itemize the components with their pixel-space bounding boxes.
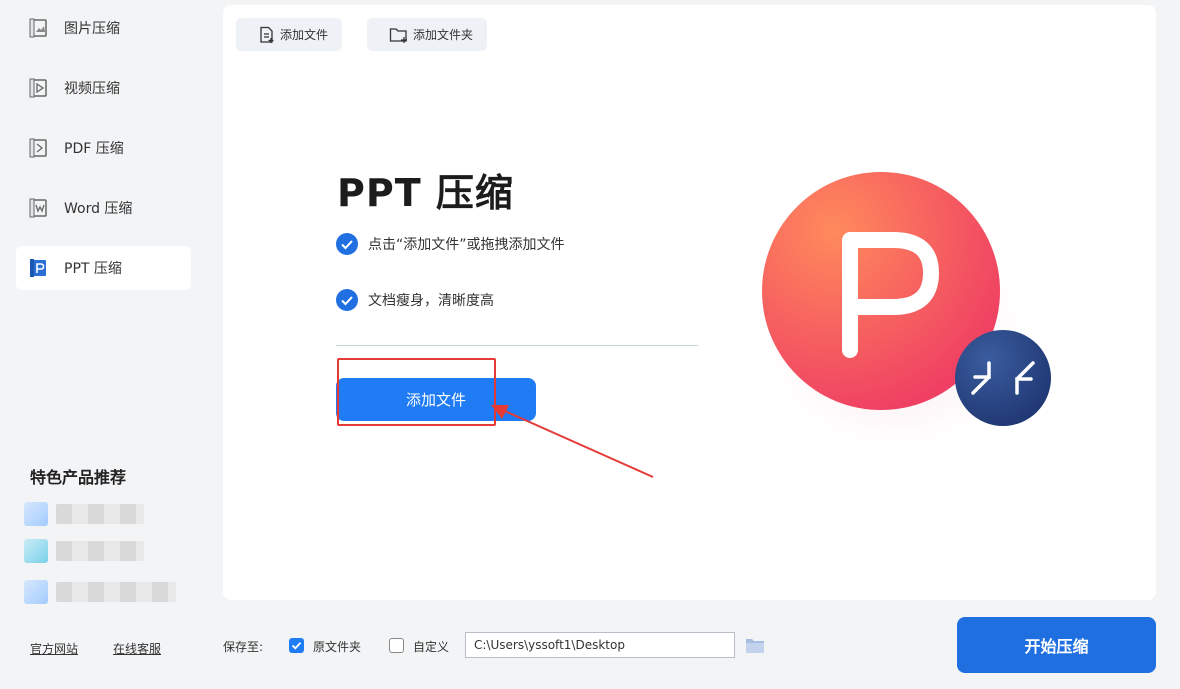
feature-text: 文档瘦身，清晰度高 bbox=[368, 293, 494, 309]
checkmark-icon bbox=[291, 642, 302, 650]
save-to-label: 保存至: bbox=[223, 640, 264, 654]
original-folder-checkbox[interactable] bbox=[289, 638, 304, 653]
sidebar-item-label: PPT 压缩 bbox=[64, 261, 122, 277]
promo-product-text bbox=[56, 541, 144, 561]
promo-product-text bbox=[56, 582, 176, 602]
feature-item: 点击“添加文件”或拖拽添加文件 bbox=[336, 233, 565, 255]
sidebar-item-image[interactable]: 图片压缩 bbox=[16, 6, 191, 50]
add-folder-toolbar-label: 添加文件夹 bbox=[413, 28, 474, 42]
add-folder-toolbar-button[interactable]: 添加文件夹 bbox=[367, 18, 488, 51]
ppt-icon bbox=[28, 256, 52, 280]
add-file-toolbar-label: 添加文件 bbox=[280, 28, 329, 42]
start-compress-button[interactable]: 开始压缩 bbox=[957, 617, 1156, 673]
page-title: PPT 压缩 bbox=[337, 171, 514, 215]
promo-product-icon bbox=[24, 502, 48, 526]
pdf-icon bbox=[28, 136, 52, 160]
sidebar-item-ppt[interactable]: PPT 压缩 bbox=[16, 246, 191, 290]
sidebar-item-video[interactable]: 视频压缩 bbox=[16, 66, 191, 110]
online-service-link[interactable]: 在线客服 bbox=[113, 640, 161, 657]
official-site-link[interactable]: 官方网站 bbox=[30, 640, 78, 657]
promo-item[interactable] bbox=[24, 539, 144, 563]
save-path-input[interactable] bbox=[465, 632, 735, 658]
custom-folder-checkbox[interactable] bbox=[389, 638, 404, 653]
promo-product-text bbox=[56, 504, 144, 524]
promo-product-icon bbox=[24, 580, 48, 604]
sidebar: 图片压缩 视频压缩 PDF 压缩 Word 压缩 PPT 压缩 特色产品推荐 官… bbox=[0, 0, 205, 689]
sidebar-item-label: PDF 压缩 bbox=[64, 141, 124, 157]
sidebar-item-label: 图片压缩 bbox=[64, 21, 120, 37]
custom-folder-label: 自定义 bbox=[413, 640, 450, 654]
folder-icon[interactable] bbox=[745, 636, 765, 654]
feature-item: 文档瘦身，清晰度高 bbox=[336, 289, 494, 311]
sidebar-item-pdf[interactable]: PDF 压缩 bbox=[16, 126, 191, 170]
main-panel: 添加文件 添加文件夹 PPT 压缩 点击“添加文件”或拖拽添加文件 文档瘦身，清… bbox=[223, 5, 1156, 600]
check-circle-icon bbox=[336, 289, 358, 311]
annotation-arrow-icon bbox=[491, 405, 654, 478]
original-folder-label: 原文件夹 bbox=[313, 640, 362, 654]
promo-item[interactable] bbox=[24, 502, 144, 526]
sidebar-item-label: Word 压缩 bbox=[64, 201, 133, 217]
divider bbox=[336, 345, 698, 346]
sidebar-item-label: 视频压缩 bbox=[64, 81, 120, 97]
ppt-compress-illustration bbox=[743, 172, 1051, 470]
sidebar-item-word[interactable]: Word 压缩 bbox=[16, 186, 191, 230]
image-icon bbox=[28, 16, 52, 40]
check-circle-icon bbox=[336, 233, 358, 255]
promo-product-icon bbox=[24, 539, 48, 563]
promo-item[interactable] bbox=[24, 580, 176, 604]
add-file-icon bbox=[260, 26, 274, 43]
word-icon bbox=[28, 196, 52, 220]
add-folder-icon bbox=[389, 27, 407, 43]
video-icon bbox=[28, 76, 52, 100]
feature-text: 点击“添加文件”或拖拽添加文件 bbox=[368, 237, 565, 253]
add-file-toolbar-button[interactable]: 添加文件 bbox=[236, 18, 343, 51]
promo-title: 特色产品推荐 bbox=[30, 468, 127, 487]
